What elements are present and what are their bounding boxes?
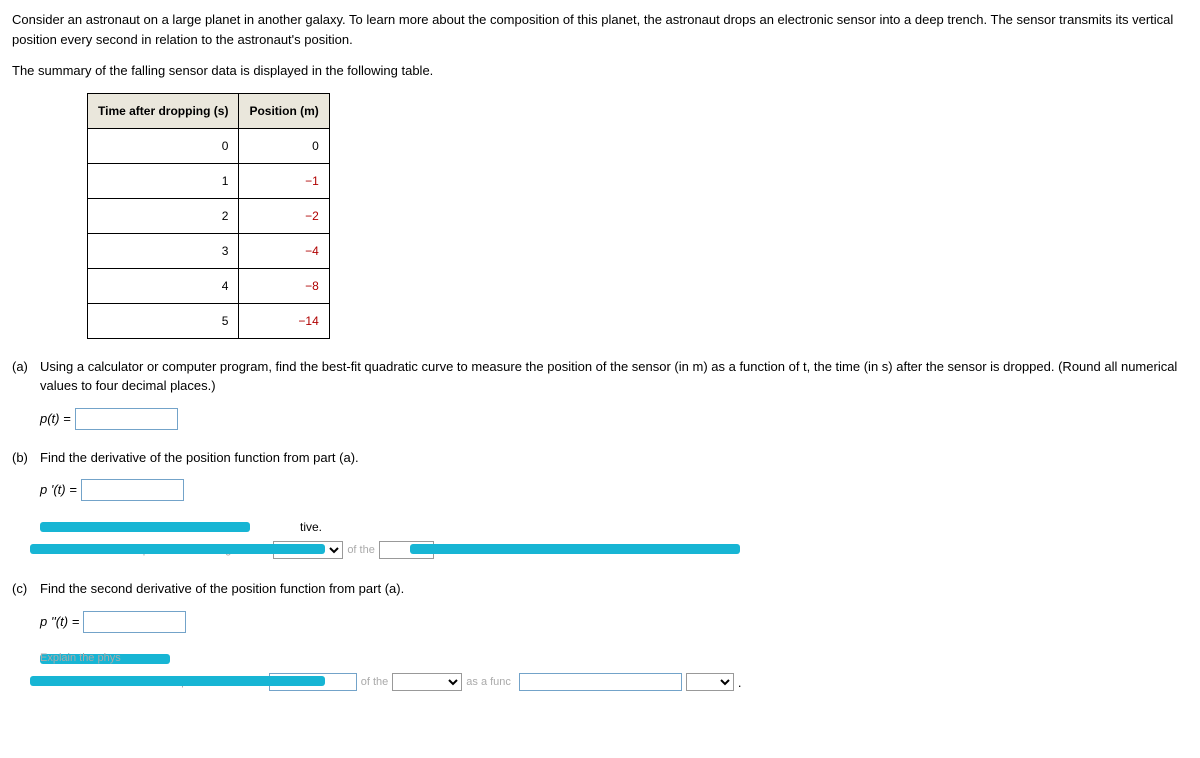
part-c-select-2[interactable] [686, 673, 734, 691]
problem-intro-1: Consider an astronaut on a large planet … [12, 10, 1188, 49]
part-b-label: (b) [12, 448, 40, 468]
table-cell-position: 0 [239, 128, 329, 163]
table-cell-time: 4 [88, 268, 239, 303]
table-cell-time: 0 [88, 128, 239, 163]
table-cell-time: 5 [88, 303, 239, 338]
table-cell-position: −1 [239, 163, 329, 198]
part-b-redacted-line-1: tive. [40, 519, 1188, 535]
part-a-eq-label: p(t) = [40, 409, 71, 429]
part-b-select-1[interactable] [273, 541, 343, 559]
table-cell-time: 2 [88, 198, 239, 233]
table-cell-position: −4 [239, 233, 329, 268]
part-c-select-1[interactable] [392, 673, 462, 691]
part-c-redacted-line-2: The second derivative of the position fu… [40, 673, 1188, 693]
sensor-data-table: Time after dropping (s) Position (m) 001… [87, 93, 330, 339]
part-b-redacted-line-2: The derivative of the position function … [40, 541, 1188, 559]
part-b-eq-label: p '(t) = [40, 480, 77, 500]
table-cell-position: −14 [239, 303, 329, 338]
part-a-text: Using a calculator or computer program, … [40, 357, 1188, 396]
part-c-input[interactable] [83, 611, 186, 633]
table-cell-time: 1 [88, 163, 239, 198]
col-header-position: Position (m) [239, 93, 329, 128]
part-c-redacted-line-1: Explain the phys [40, 651, 1188, 667]
table-cell-position: −8 [239, 268, 329, 303]
part-b-text: Find the derivative of the position func… [40, 448, 1188, 468]
part-a-input[interactable] [75, 408, 178, 430]
table-cell-time: 3 [88, 233, 239, 268]
part-c-eq-label: p ''(t) = [40, 612, 79, 632]
table-cell-position: −2 [239, 198, 329, 233]
part-c-label: (c) [12, 579, 40, 599]
problem-intro-2: The summary of the falling sensor data i… [12, 61, 1188, 81]
part-a-label: (a) [12, 357, 40, 377]
part-c-text: Find the second derivative of the positi… [40, 579, 1188, 599]
part-c-extra-input-2[interactable] [519, 673, 682, 691]
part-b-input[interactable] [81, 479, 184, 501]
part-c-extra-input-1[interactable] [269, 673, 357, 691]
col-header-time: Time after dropping (s) [88, 93, 239, 128]
part-b-select-2[interactable] [379, 541, 434, 559]
